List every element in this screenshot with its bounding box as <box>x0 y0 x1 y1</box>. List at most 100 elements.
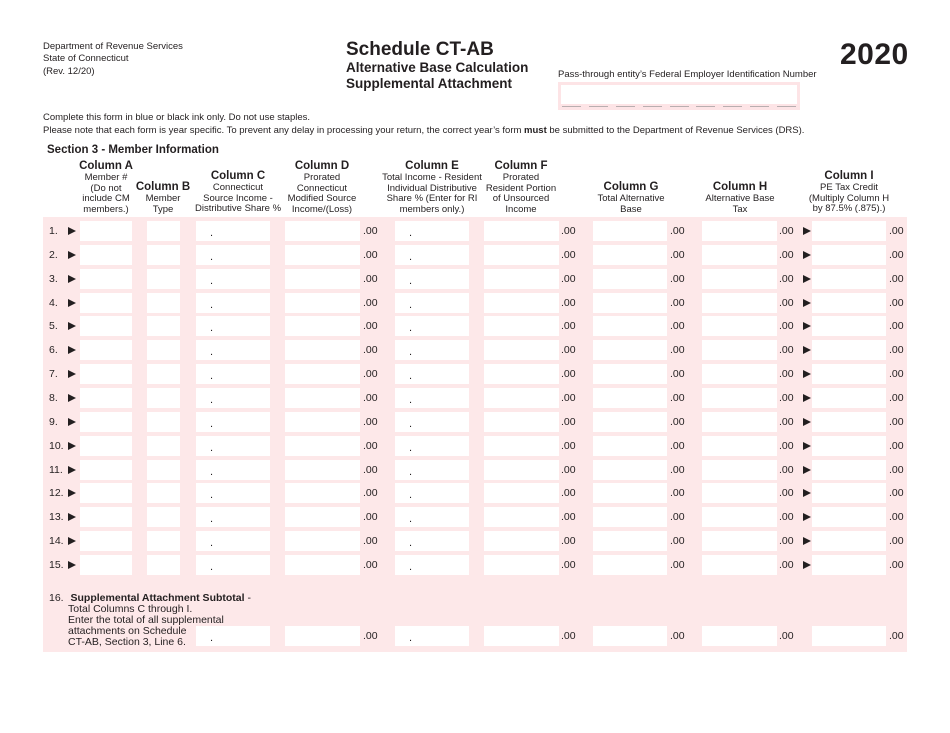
column-e-input[interactable]: . <box>395 292 469 313</box>
column-d-input[interactable] <box>285 459 360 480</box>
column-f-input[interactable] <box>484 221 559 241</box>
column-h-input[interactable] <box>702 244 777 265</box>
column-e-input[interactable]: . <box>395 626 469 646</box>
column-f-input[interactable] <box>484 340 559 361</box>
column-d-input[interactable] <box>285 483 360 504</box>
column-d-input[interactable] <box>285 554 360 575</box>
column-b-input[interactable] <box>147 387 180 408</box>
column-i-input[interactable] <box>812 340 886 361</box>
column-h-input[interactable] <box>702 435 777 456</box>
column-b-input[interactable] <box>147 483 180 504</box>
column-i-input[interactable] <box>812 268 886 289</box>
column-g-input[interactable] <box>593 292 667 313</box>
column-i-input[interactable] <box>812 507 886 528</box>
column-f-input[interactable] <box>484 364 559 385</box>
column-e-input[interactable]: . <box>395 435 469 456</box>
column-e-input[interactable]: . <box>395 507 469 528</box>
column-c-input[interactable]: . <box>196 435 270 456</box>
column-a-input[interactable] <box>80 507 132 528</box>
column-d-input[interactable] <box>285 268 360 289</box>
column-h-input[interactable] <box>702 316 777 337</box>
column-h-input[interactable] <box>702 507 777 528</box>
column-b-input[interactable] <box>147 340 180 361</box>
fein-input[interactable] <box>561 85 797 104</box>
column-i-input[interactable] <box>812 316 886 337</box>
column-e-input[interactable]: . <box>395 387 469 408</box>
column-a-input[interactable] <box>80 387 132 408</box>
column-h-input[interactable] <box>702 340 777 361</box>
column-d-input[interactable] <box>285 292 360 313</box>
column-g-input[interactable] <box>593 316 667 337</box>
column-b-input[interactable] <box>147 507 180 528</box>
column-i-input[interactable] <box>812 554 886 575</box>
column-c-input[interactable]: . <box>196 554 270 575</box>
column-i-input[interactable] <box>812 387 886 408</box>
column-f-input[interactable] <box>484 507 559 528</box>
column-g-input[interactable] <box>593 364 667 385</box>
column-i-input[interactable] <box>812 244 886 265</box>
column-b-input[interactable] <box>147 531 180 552</box>
column-h-input[interactable] <box>702 483 777 504</box>
column-d-input[interactable] <box>285 531 360 552</box>
column-g-input[interactable] <box>593 411 667 432</box>
column-b-input[interactable] <box>147 459 180 480</box>
column-e-input[interactable]: . <box>395 340 469 361</box>
column-c-input[interactable]: . <box>196 340 270 361</box>
column-a-input[interactable] <box>80 411 132 432</box>
column-g-input[interactable] <box>593 554 667 575</box>
column-i-input[interactable] <box>812 459 886 480</box>
column-c-input[interactable]: . <box>196 292 270 313</box>
column-g-input[interactable] <box>593 221 667 241</box>
column-f-input[interactable] <box>484 244 559 265</box>
column-a-input[interactable] <box>80 292 132 313</box>
column-f-input[interactable] <box>484 435 559 456</box>
column-h-input[interactable] <box>702 459 777 480</box>
column-f-input[interactable] <box>484 459 559 480</box>
column-a-input[interactable] <box>80 554 132 575</box>
column-a-input[interactable] <box>80 435 132 456</box>
column-c-input[interactable]: . <box>196 459 270 480</box>
column-f-input[interactable] <box>484 483 559 504</box>
column-c-input[interactable]: . <box>196 411 270 432</box>
column-f-input[interactable] <box>484 626 559 646</box>
column-b-input[interactable] <box>147 244 180 265</box>
column-g-input[interactable] <box>593 435 667 456</box>
column-a-input[interactable] <box>80 244 132 265</box>
column-h-input[interactable] <box>702 411 777 432</box>
column-h-input[interactable] <box>702 364 777 385</box>
column-e-input[interactable]: . <box>395 411 469 432</box>
column-b-input[interactable] <box>147 316 180 337</box>
column-a-input[interactable] <box>80 268 132 289</box>
column-c-input[interactable]: . <box>196 221 270 241</box>
column-g-input[interactable] <box>593 268 667 289</box>
column-b-input[interactable] <box>147 435 180 456</box>
column-c-input[interactable]: . <box>196 626 270 646</box>
column-e-input[interactable]: . <box>395 221 469 241</box>
column-f-input[interactable] <box>484 387 559 408</box>
column-h-input[interactable] <box>702 292 777 313</box>
column-i-input[interactable] <box>812 435 886 456</box>
column-i-input[interactable] <box>812 626 886 646</box>
column-c-input[interactable]: . <box>196 316 270 337</box>
column-i-input[interactable] <box>812 364 886 385</box>
column-f-input[interactable] <box>484 531 559 552</box>
column-i-input[interactable] <box>812 292 886 313</box>
column-f-input[interactable] <box>484 292 559 313</box>
column-e-input[interactable]: . <box>395 244 469 265</box>
column-i-input[interactable] <box>812 221 886 241</box>
column-g-input[interactable] <box>593 340 667 361</box>
column-g-input[interactable] <box>593 626 667 646</box>
column-d-input[interactable] <box>285 507 360 528</box>
column-e-input[interactable]: . <box>395 531 469 552</box>
column-g-input[interactable] <box>593 507 667 528</box>
column-a-input[interactable] <box>80 531 132 552</box>
column-a-input[interactable] <box>80 316 132 337</box>
column-i-input[interactable] <box>812 411 886 432</box>
column-b-input[interactable] <box>147 411 180 432</box>
column-e-input[interactable]: . <box>395 483 469 504</box>
column-h-input[interactable] <box>702 387 777 408</box>
column-b-input[interactable] <box>147 554 180 575</box>
column-d-input[interactable] <box>285 626 360 646</box>
column-b-input[interactable] <box>147 221 180 241</box>
column-d-input[interactable] <box>285 316 360 337</box>
